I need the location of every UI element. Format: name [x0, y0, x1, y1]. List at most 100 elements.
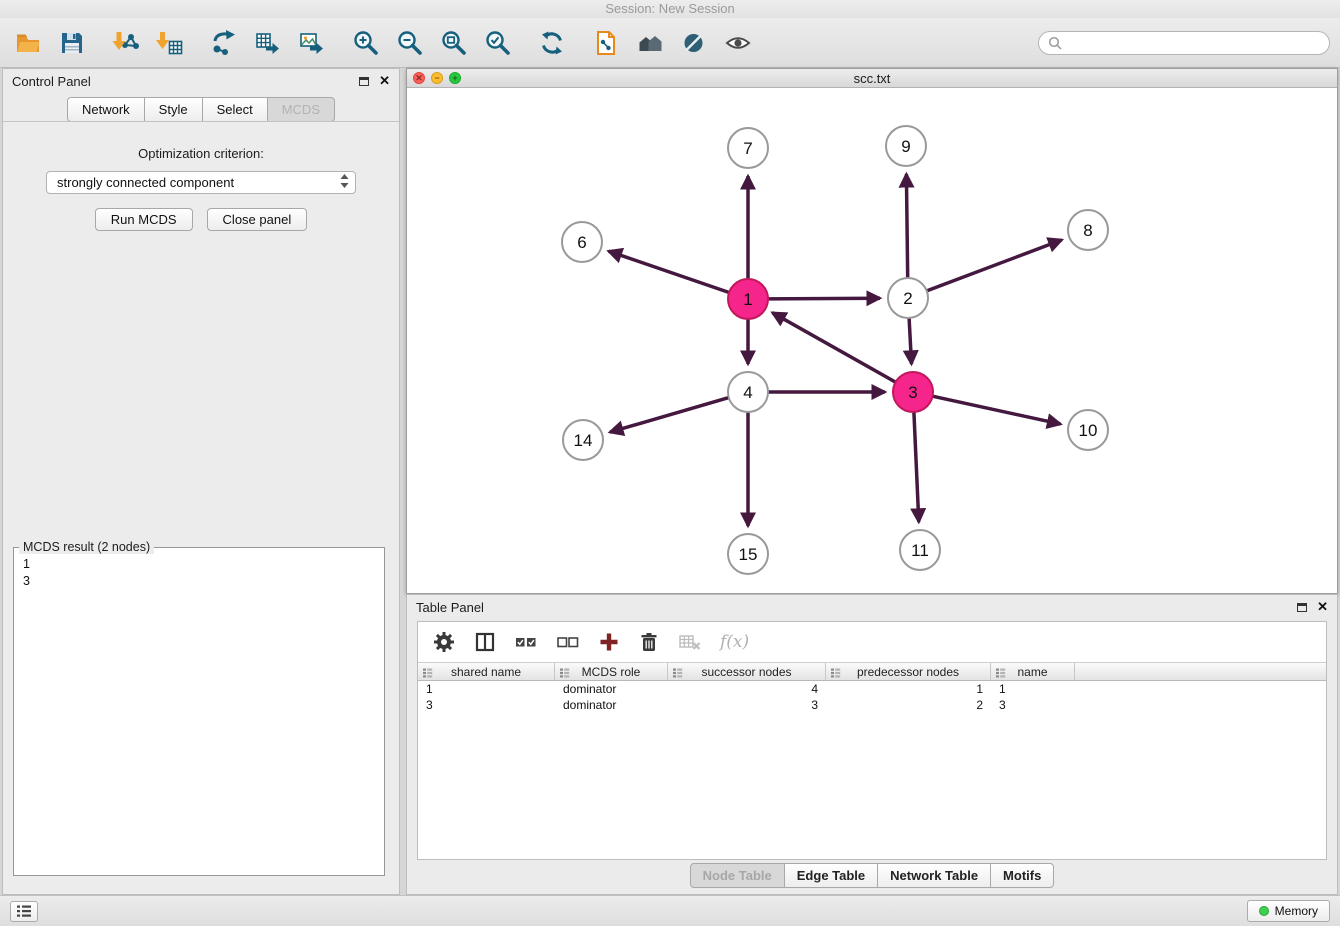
table-header-row: shared nameMCDS rolesuccessor nodesprede… [418, 662, 1326, 681]
export-table-icon [254, 29, 282, 57]
close-window-icon[interactable]: ✕ [413, 72, 425, 84]
zoom-in-button[interactable] [348, 25, 384, 61]
graph-edge-3-1[interactable] [772, 313, 895, 383]
graph-edge-4-14[interactable] [610, 398, 729, 433]
graph-node-8[interactable]: 8 [1068, 210, 1108, 250]
graph-node-4[interactable]: 4 [728, 372, 768, 412]
graph-node-2[interactable]: 2 [888, 278, 928, 318]
task-history-button[interactable] [10, 901, 38, 922]
graph-edge-3-11[interactable] [914, 412, 919, 522]
column-header-MCDS-role[interactable]: MCDS role [555, 663, 668, 680]
import-network-icon [112, 29, 140, 57]
graph-edge-2-9[interactable] [906, 174, 907, 278]
optimization-criterion-select[interactable]: strongly connected component [46, 171, 356, 194]
import-network-button[interactable] [108, 25, 144, 61]
open-session-button[interactable] [10, 25, 46, 61]
column-sort-icon [559, 667, 570, 678]
column-header-predecessor-nodes[interactable]: predecessor nodes [826, 663, 991, 680]
svg-text:4: 4 [743, 383, 752, 402]
create-column-button[interactable] [598, 631, 620, 653]
graphics-details-button[interactable] [676, 25, 712, 61]
show-hide-button[interactable] [720, 25, 756, 61]
export-network-button[interactable] [206, 25, 242, 61]
maximize-window-icon[interactable]: + [449, 72, 461, 84]
column-header-name[interactable]: name [991, 663, 1075, 680]
graph-edge-3-10[interactable] [933, 396, 1061, 424]
minimize-window-icon[interactable]: − [431, 72, 443, 84]
show-columns-button[interactable] [474, 631, 496, 653]
delete-table-button[interactable] [678, 631, 702, 653]
svg-text:8: 8 [1083, 221, 1092, 240]
zoom-out-button[interactable] [392, 25, 428, 61]
graph-node-7[interactable]: 7 [728, 128, 768, 168]
graph-node-3[interactable]: 3 [893, 372, 933, 412]
table-tabs: Node TableEdge TableNetwork TableMotifs [407, 863, 1337, 888]
memory-button[interactable]: Memory [1247, 900, 1330, 922]
graph-node-10[interactable]: 10 [1068, 410, 1108, 450]
tab-motifs[interactable]: Motifs [991, 863, 1054, 888]
network-from-file-button[interactable] [588, 25, 624, 61]
network-canvas[interactable]: 7 9 6 8 1 2 4 3 14 10 15 11 [407, 89, 1337, 593]
column-header-shared-name[interactable]: shared name [418, 663, 555, 680]
tab-select[interactable]: Select [203, 97, 268, 122]
tab-edge-table[interactable]: Edge Table [785, 863, 878, 888]
tab-network[interactable]: Network [67, 97, 145, 122]
tab-style[interactable]: Style [145, 97, 203, 122]
graph-node-6[interactable]: 6 [562, 222, 602, 262]
zoom-fit-button[interactable] [436, 25, 472, 61]
column-header-successor-nodes[interactable]: successor nodes [668, 663, 826, 680]
graph-node-14[interactable]: 14 [563, 420, 603, 460]
run-mcds-button[interactable]: Run MCDS [95, 208, 193, 231]
import-table-button[interactable] [152, 25, 188, 61]
table-cell: 1 [991, 682, 1075, 696]
mcds-result-box: MCDS result (2 nodes) 13 [13, 547, 385, 876]
table-row[interactable]: 3dominator323 [418, 697, 1326, 713]
search-input[interactable] [1067, 35, 1320, 50]
select-all-icon [514, 631, 538, 653]
zoom-selected-icon [484, 29, 512, 57]
zoom-selected-button[interactable] [480, 25, 516, 61]
table-panel: Table Panel ✕ [406, 594, 1338, 895]
graph-node-11[interactable]: 11 [900, 530, 940, 570]
select-arrows-icon [339, 173, 350, 192]
tab-network-table[interactable]: Network Table [878, 863, 991, 888]
table-cell: 1 [826, 682, 991, 696]
graph-edge-1-6[interactable] [609, 251, 730, 292]
table-settings-button[interactable] [432, 630, 456, 654]
graph-edge-1-2[interactable] [768, 298, 880, 299]
delete-column-button[interactable] [638, 631, 660, 653]
table-cell: 2 [826, 698, 991, 712]
graph-node-9[interactable]: 9 [886, 126, 926, 166]
deselect-all-columns-button[interactable] [556, 631, 580, 653]
graph-node-15[interactable]: 15 [728, 534, 768, 574]
column-sort-icon [422, 667, 433, 678]
save-session-button[interactable] [54, 25, 90, 61]
tab-node-table[interactable]: Node Table [690, 863, 785, 888]
apply-layout-button[interactable] [534, 25, 570, 61]
export-image-button[interactable] [294, 25, 330, 61]
column-sort-icon [830, 667, 841, 678]
export-table-button[interactable] [250, 25, 286, 61]
graph-node-1[interactable]: 1 [728, 279, 768, 319]
control-panel: Control Panel ✕ NetworkStyleSelectMCDS O… [2, 68, 400, 895]
function-builder-button[interactable]: f(x) [720, 632, 749, 652]
close-table-panel-icon[interactable]: ✕ [1317, 601, 1328, 613]
mcds-result-item: 3 [23, 573, 375, 590]
table-cell: 4 [668, 682, 826, 696]
graph-edge-2-3[interactable] [909, 318, 911, 364]
table-row[interactable]: 1dominator411 [418, 681, 1326, 697]
select-all-columns-button[interactable] [514, 631, 538, 653]
network-document-icon [592, 29, 620, 57]
refresh-icon [538, 29, 566, 57]
control-panel-tabs: NetworkStyleSelectMCDS [3, 97, 399, 122]
graph-edge-2-8[interactable] [927, 240, 1062, 291]
zoom-out-icon [396, 29, 424, 57]
home-button[interactable] [632, 25, 668, 61]
tab-mcds[interactable]: MCDS [268, 97, 335, 122]
close-panel-button[interactable]: Close panel [207, 208, 308, 231]
close-panel-icon[interactable]: ✕ [379, 75, 390, 87]
float-panel-icon[interactable] [359, 77, 369, 86]
float-table-panel-icon[interactable] [1297, 603, 1307, 612]
svg-text:11: 11 [911, 541, 929, 560]
table-cell: 1 [418, 682, 555, 696]
